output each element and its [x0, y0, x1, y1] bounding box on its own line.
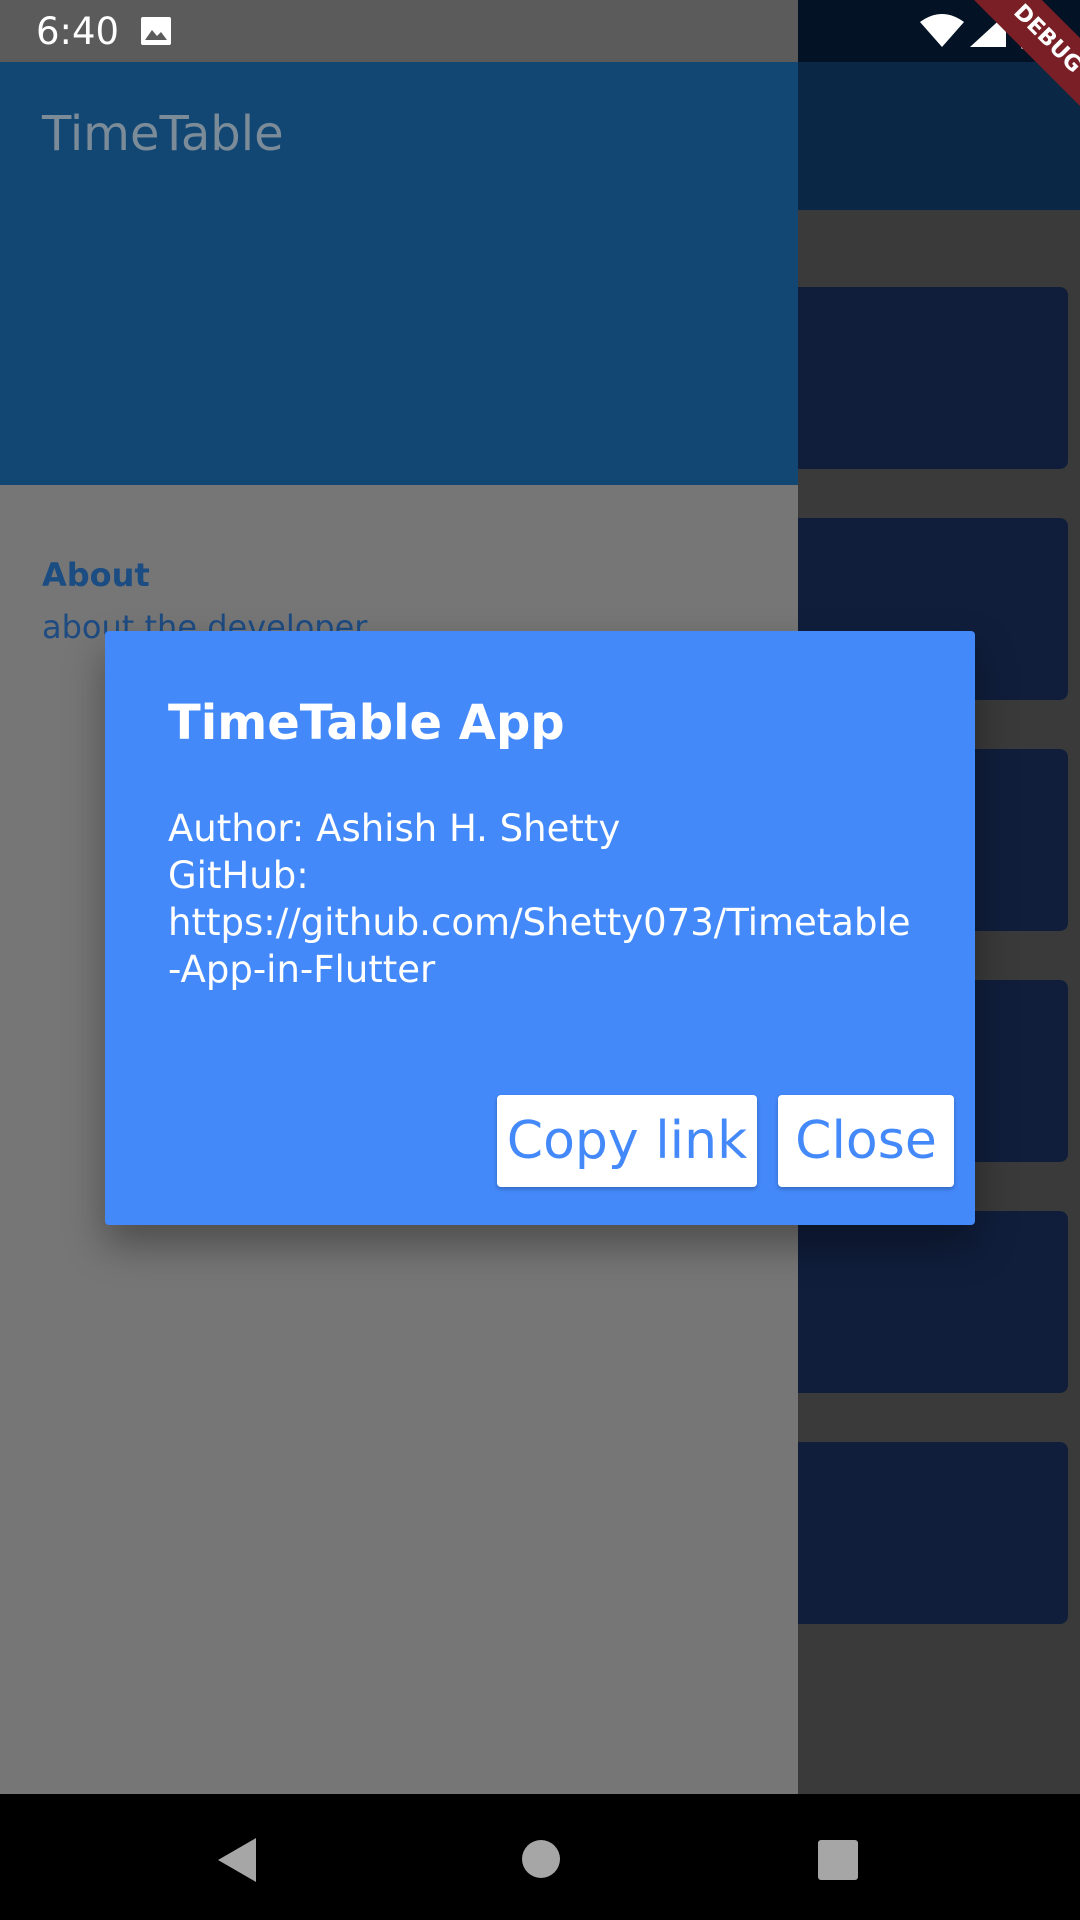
drawer-title: TimeTable — [42, 106, 284, 162]
underlying-card — [798, 287, 1068, 469]
close-button[interactable]: Close — [778, 1095, 954, 1187]
system-nav-bar — [0, 1794, 1080, 1920]
status-time: 6:40 — [36, 10, 120, 53]
gallery-icon — [141, 17, 171, 45]
home-icon[interactable] — [522, 1840, 560, 1878]
underlying-app-bar — [798, 62, 1080, 210]
status-bar: 6:40 — [0, 0, 1080, 62]
drawer-header: TimeTable — [0, 62, 798, 485]
recents-icon[interactable] — [818, 1840, 858, 1880]
underlying-card — [798, 1211, 1068, 1393]
dialog-title: TimeTable App — [168, 695, 565, 751]
about-dialog: TimeTable App Author: Ashish H. Shetty G… — [105, 631, 975, 1225]
copy-link-button[interactable]: Copy link — [497, 1095, 757, 1187]
drawer-item-title: About — [42, 556, 150, 594]
dialog-body: Author: Ashish H. Shetty GitHub: https:/… — [168, 807, 911, 991]
back-icon[interactable] — [218, 1838, 258, 1882]
wifi-icon — [920, 14, 964, 47]
underlying-card — [798, 1442, 1068, 1624]
